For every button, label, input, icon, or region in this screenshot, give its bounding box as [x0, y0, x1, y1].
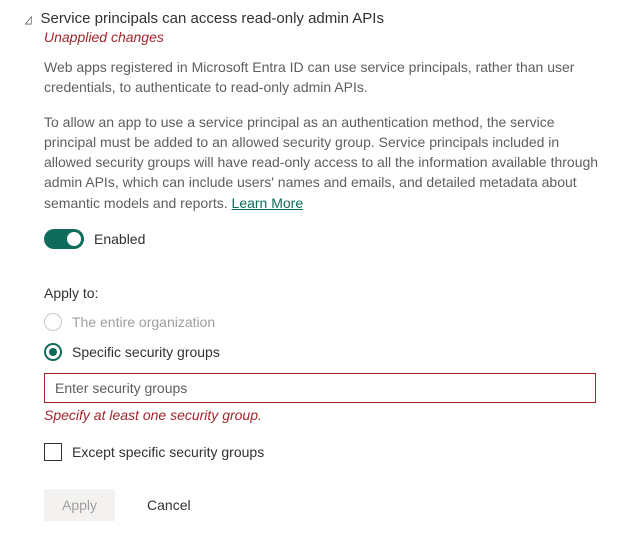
security-groups-input[interactable]: Enter security groups: [44, 373, 596, 403]
radio-specific-groups[interactable]: [44, 343, 62, 361]
radio-specific-groups-row: Specific security groups: [44, 343, 601, 361]
enabled-toggle-row: Enabled: [44, 229, 601, 249]
enabled-toggle[interactable]: [44, 229, 84, 249]
collapse-icon[interactable]: ◿: [25, 13, 32, 26]
apply-to-label: Apply to:: [44, 285, 601, 301]
except-checkbox-label: Except specific security groups: [72, 444, 264, 460]
learn-more-link[interactable]: Learn More: [232, 195, 304, 211]
setting-header: ◿ Service principals can access read-onl…: [24, 10, 601, 27]
setting-title: Service principals can access read-only …: [40, 10, 384, 27]
radio-dot-icon: [49, 348, 57, 356]
radio-entire-org-label: The entire organization: [72, 314, 215, 330]
validation-error: Specify at least one security group.: [44, 407, 601, 423]
radio-entire-org-row: The entire organization: [44, 313, 601, 331]
security-groups-placeholder: Enter security groups: [55, 380, 187, 396]
toggle-knob: [67, 232, 81, 246]
enabled-toggle-label: Enabled: [94, 231, 145, 247]
button-row: Apply Cancel: [44, 489, 601, 521]
description-paragraph-1: Web apps registered in Microsoft Entra I…: [44, 57, 601, 98]
radio-entire-org[interactable]: [44, 313, 62, 331]
unapplied-changes-label: Unapplied changes: [44, 29, 601, 45]
description-text: To allow an app to use a service princip…: [44, 114, 598, 211]
except-checkbox-row: Except specific security groups: [44, 443, 601, 461]
radio-specific-groups-label: Specific security groups: [72, 344, 220, 360]
except-checkbox[interactable]: [44, 443, 62, 461]
cancel-button[interactable]: Cancel: [143, 489, 195, 521]
description-paragraph-2: To allow an app to use a service princip…: [44, 112, 601, 213]
apply-button[interactable]: Apply: [44, 489, 115, 521]
